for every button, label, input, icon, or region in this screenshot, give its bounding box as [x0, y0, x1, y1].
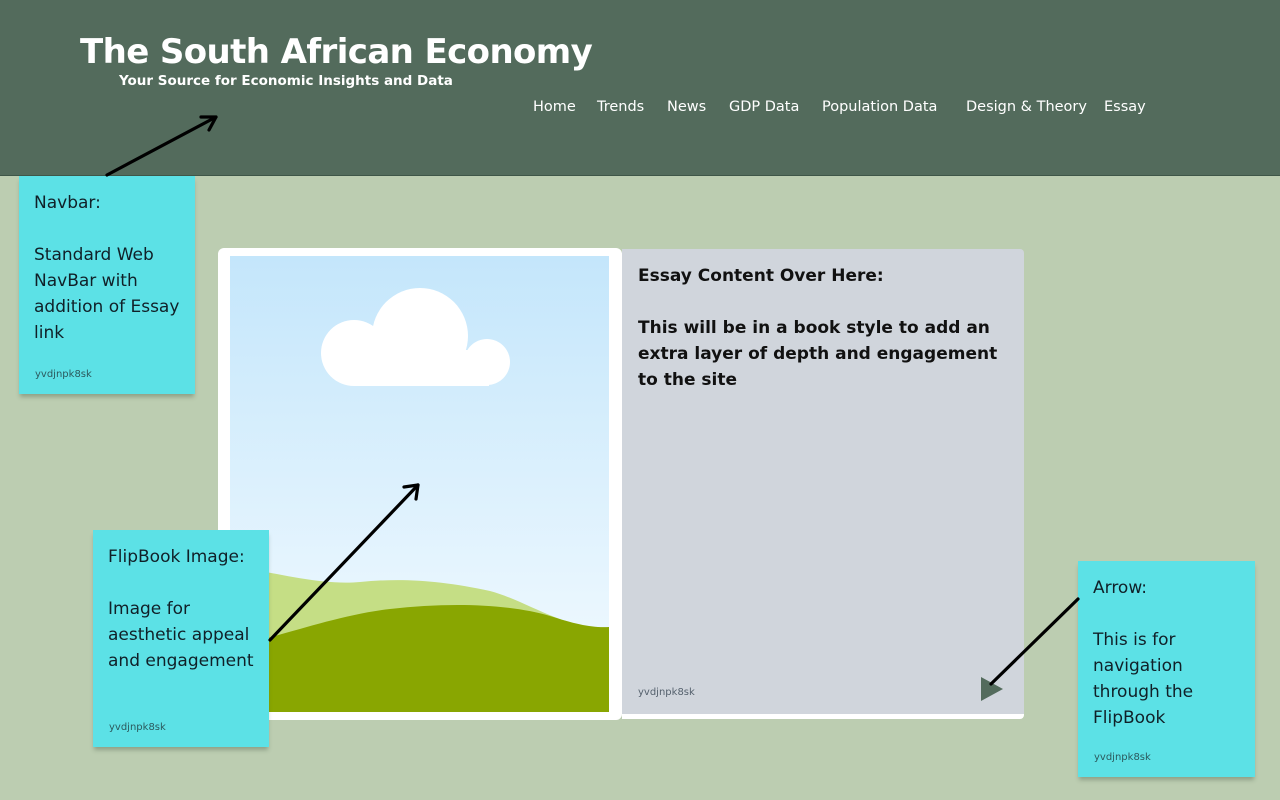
nav-essay[interactable]: Essay: [1104, 99, 1146, 115]
sticky-note-navbar: Navbar: Standard Web NavBar with additio…: [19, 176, 195, 394]
nav-home[interactable]: Home: [533, 99, 576, 115]
nav-news[interactable]: News: [667, 99, 706, 115]
essay-heading: Essay Content Over Here:: [638, 266, 884, 286]
sticky-note-arrow: Arrow: This is for navigation through th…: [1078, 561, 1255, 777]
note-text: Navbar: Standard Web NavBar with additio…: [34, 193, 180, 343]
essay-body: This will be in a book style to add an e…: [638, 318, 998, 390]
nav-trends[interactable]: Trends: [597, 99, 644, 115]
flipbook-left-page: [218, 248, 622, 720]
watermark: yvdjnpk8sk: [109, 722, 166, 733]
note-text: Arrow: This is for navigation through th…: [1093, 578, 1194, 728]
watermark: yvdjnpk8sk: [638, 687, 695, 698]
nav-population-data[interactable]: Population Data: [822, 99, 937, 115]
flipbook-right-page: Essay Content Over Here: This will be in…: [622, 249, 1024, 719]
site-subtitle: Your Source for Economic Insights and Da…: [119, 73, 453, 89]
nav-gdp-data[interactable]: GDP Data: [729, 99, 799, 115]
play-arrow-icon[interactable]: [980, 677, 1004, 701]
nav-design-theory[interactable]: Design & Theory: [966, 99, 1087, 115]
site-header: The South African Economy Your Source fo…: [0, 0, 1280, 176]
note-text: FlipBook Image: Image for aesthetic appe…: [108, 547, 254, 671]
sticky-note-flipbook-image: FlipBook Image: Image for aesthetic appe…: [93, 530, 269, 747]
watermark: yvdjnpk8sk: [35, 369, 92, 380]
site-title: The South African Economy: [80, 32, 593, 72]
watermark: yvdjnpk8sk: [1094, 752, 1151, 763]
flipbook-landscape-image: [230, 256, 609, 712]
